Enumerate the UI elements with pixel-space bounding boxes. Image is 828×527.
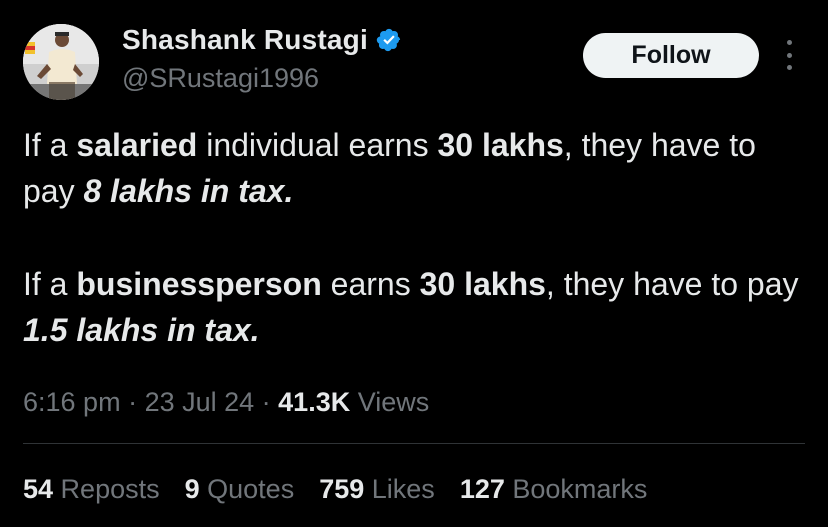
tweet-time[interactable]: 6:16 pm xyxy=(23,387,121,417)
verified-badge-icon xyxy=(376,27,402,53)
tweet-body: If a salaried individual earns 30 lakhs,… xyxy=(23,122,813,353)
tweet-paragraph-2: If a businessperson earns 30 lakhs, they… xyxy=(23,266,799,348)
avatar-photo xyxy=(23,24,99,100)
follow-button[interactable]: Follow xyxy=(583,33,759,78)
divider xyxy=(23,443,805,444)
avatar[interactable] xyxy=(23,24,99,100)
views-label: Views xyxy=(350,387,430,417)
engagement-stats: 54 Reposts 9 Quotes 759 Likes 127 Bookma… xyxy=(23,474,647,505)
author-name-row: Shashank Rustagi xyxy=(122,24,402,56)
more-options-icon[interactable] xyxy=(781,40,797,70)
bookmarks-stat[interactable]: 127 Bookmarks xyxy=(460,474,648,505)
quotes-stat[interactable]: 9 Quotes xyxy=(185,474,295,505)
author-handle[interactable]: @SRustagi1996 xyxy=(122,63,319,94)
tweet: Shashank Rustagi @SRustagi1996 Follow If… xyxy=(0,0,828,527)
views-count: 41.3K xyxy=(278,387,351,417)
tweet-paragraph-1: If a salaried individual earns 30 lakhs,… xyxy=(23,127,756,209)
reposts-stat[interactable]: 54 Reposts xyxy=(23,474,160,505)
likes-stat[interactable]: 759 Likes xyxy=(319,474,435,505)
tweet-date[interactable]: 23 Jul 24 xyxy=(145,387,255,417)
author-display-name[interactable]: Shashank Rustagi xyxy=(122,24,368,56)
tweet-meta: 6:16 pm · 23 Jul 24 · 41.3K Views xyxy=(23,387,430,417)
